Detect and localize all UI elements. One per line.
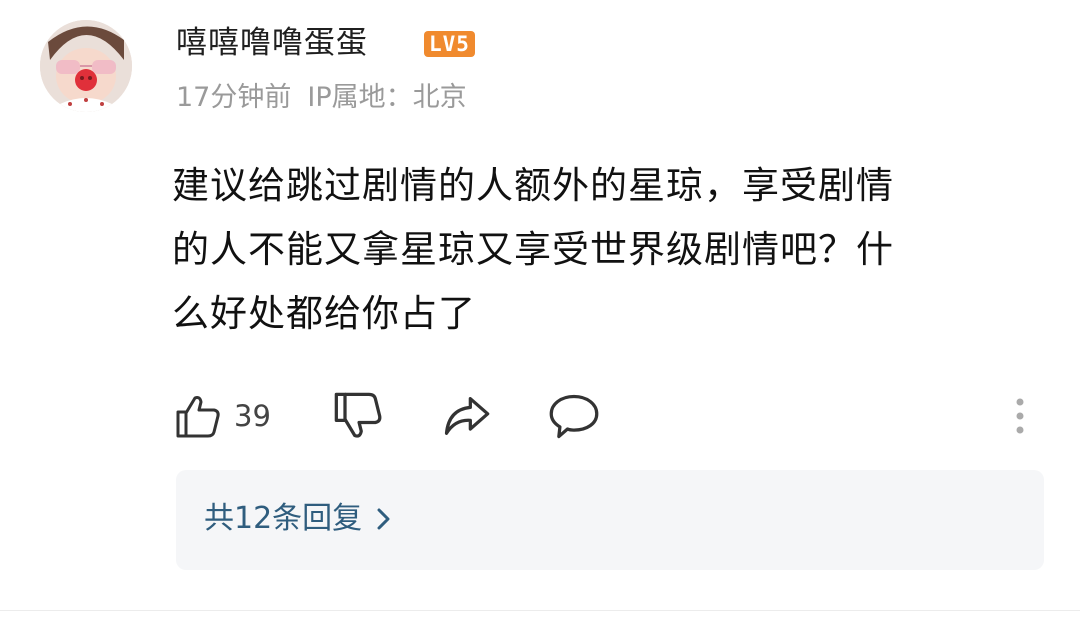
divider [0, 610, 1080, 611]
avatar[interactable] [40, 20, 132, 112]
replies-count-label: 共12条回复 [204, 501, 363, 536]
chevron-right-icon [377, 508, 390, 530]
avatar-image [40, 20, 132, 112]
comment-text-line: 建议给跳过剧情的人额外的星琼，享受剧情 [172, 164, 894, 207]
username[interactable]: 嘻嘻噜噜蛋蛋 [176, 20, 368, 66]
comment-card: 嘻嘻噜噜蛋蛋 LV5 17分钟前 IP属地：北京 建议给跳过剧情的人额外的星琼，享… [0, 0, 1080, 622]
reply-button[interactable] [548, 390, 600, 442]
level-badge: LV5 [424, 31, 475, 57]
share-button[interactable] [440, 390, 492, 442]
view-replies-link[interactable]: 共12条回复 [204, 496, 392, 542]
more-options-button[interactable] [1008, 390, 1032, 442]
action-bar: 39 [0, 386, 1080, 446]
speech-bubble-icon [549, 394, 599, 439]
comment-text: 建议给跳过剧情的人额外的星琼，享受剧情 的人不能又拿星琼又享受世界级剧情吧？什 … [172, 154, 1052, 346]
like-count: 39 [234, 399, 271, 433]
comment-text-line: 的人不能又拿星琼又享受世界级剧情吧？什 [172, 228, 894, 271]
thumbs-down-icon [334, 392, 382, 438]
vertical-dots-icon [1016, 398, 1024, 434]
ip-location: IP属地：北京 [307, 82, 467, 113]
replies-panel[interactable]: 共12条回复 [176, 470, 1044, 570]
comment-text-line: 么好处都给你占了 [172, 292, 476, 335]
comment-meta: 17分钟前 IP属地：北京 [176, 78, 467, 118]
thumbs-up-icon [176, 396, 220, 438]
share-arrow-icon [444, 397, 490, 435]
timestamp: 17分钟前 [176, 82, 292, 113]
dislike-button[interactable] [332, 390, 384, 442]
like-button[interactable]: 39 [174, 390, 271, 442]
